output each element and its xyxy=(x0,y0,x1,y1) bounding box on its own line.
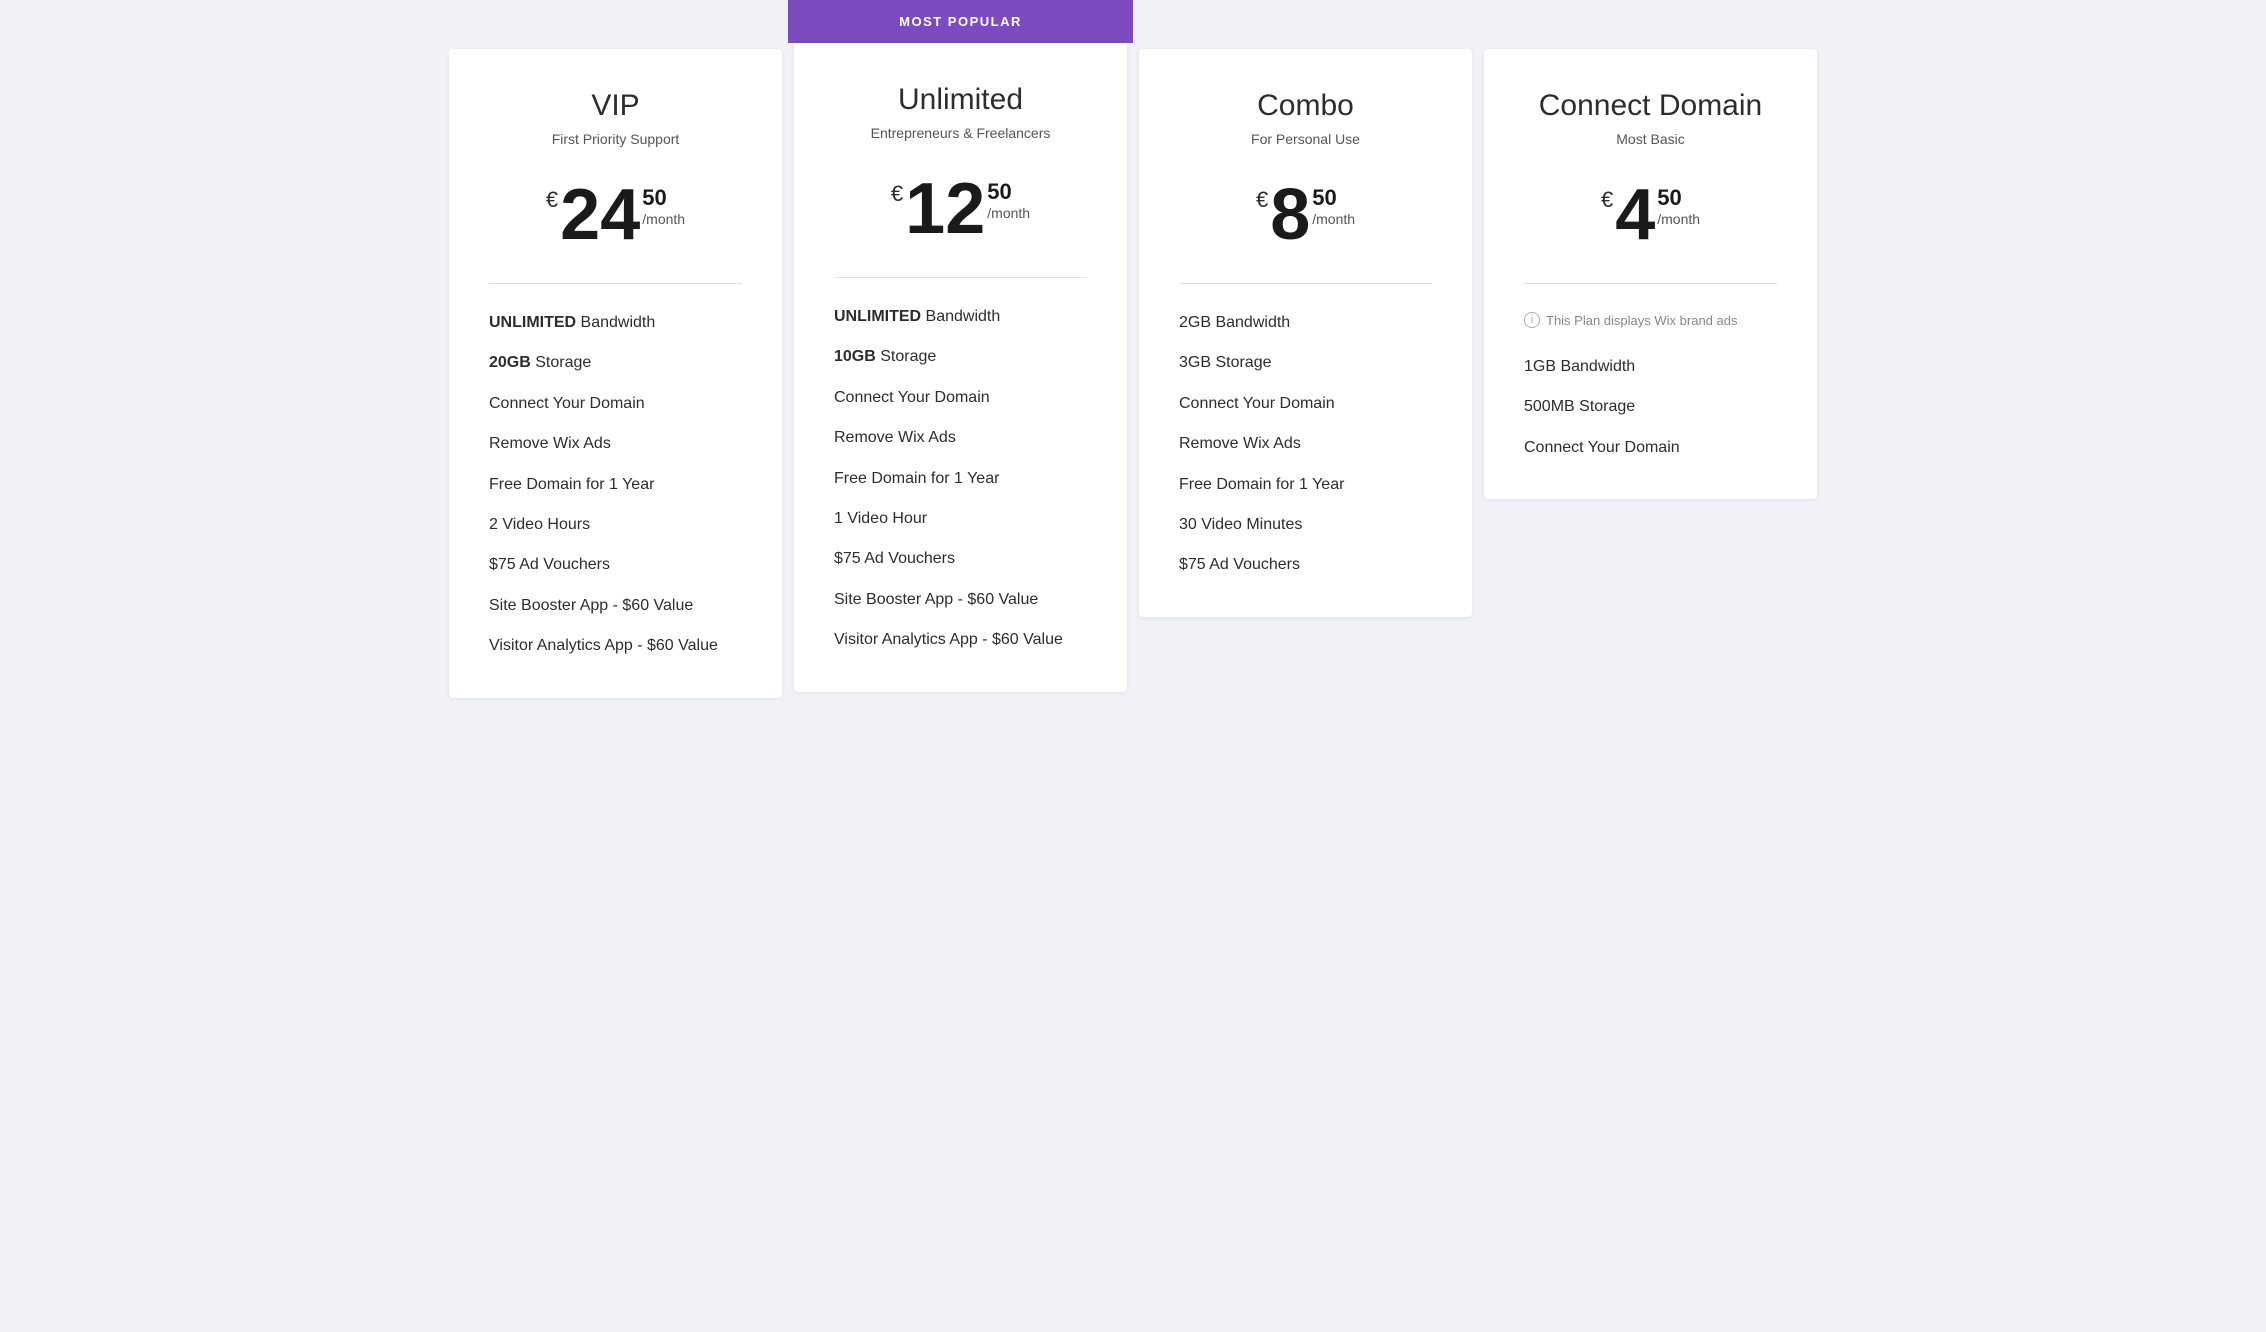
price-right: 50/month xyxy=(642,185,685,228)
price-block: €2450/month xyxy=(489,179,742,251)
price-period: /month xyxy=(642,211,685,228)
plan-name: Combo xyxy=(1179,89,1432,123)
pricing-container: VIPFirst Priority Support€2450/monthUNLI… xyxy=(423,0,1843,698)
price-period: /month xyxy=(1312,211,1355,228)
plan-name: Unlimited xyxy=(834,83,1087,117)
divider xyxy=(834,277,1087,278)
plan-subtitle: Entrepreneurs & Freelancers xyxy=(834,125,1087,141)
feature-item: Remove Wix Ads xyxy=(834,427,1087,449)
feature-item: Connect Your Domain xyxy=(834,387,1087,409)
feature-item: Connect Your Domain xyxy=(1524,437,1777,459)
plan-subtitle: Most Basic xyxy=(1524,131,1777,147)
plan-card-vip: VIP First Priority Support €2450/month UNLI… xyxy=(449,49,782,698)
plan-card-connect-domain: Connect Domain Most Basic €450/month i This … xyxy=(1484,49,1817,499)
price-main: 24 xyxy=(560,179,640,251)
feature-list: 2GB Bandwidth 3GB Storage Connect Your Dom… xyxy=(1179,312,1432,577)
price-currency: € xyxy=(1256,187,1268,213)
feature-item: Connect Your Domain xyxy=(489,393,742,415)
plan-card-unlimited: Unlimited Entrepreneurs & Freelancers €125… xyxy=(794,43,1127,692)
feature-item: 20GB Storage xyxy=(489,352,742,374)
feature-item: 500MB Storage xyxy=(1524,396,1777,418)
feature-item: 10GB Storage xyxy=(834,346,1087,368)
feature-item: $75 Ad Vouchers xyxy=(1179,554,1432,576)
most-popular-badge: MOST POPULAR xyxy=(788,0,1133,43)
feature-item: Site Booster App - $60 Value xyxy=(489,595,742,617)
divider xyxy=(1524,283,1777,284)
feature-item: Site Booster App - $60 Value xyxy=(834,589,1087,611)
divider xyxy=(1179,283,1432,284)
plan-wrapper-connect-domain: Connect Domain Most Basic €450/month i This … xyxy=(1478,0,1823,499)
feature-item: Free Domain for 1 Year xyxy=(834,468,1087,490)
plan-spacer xyxy=(1478,0,1823,49)
price-period: /month xyxy=(1657,211,1700,228)
feature-item: Connect Your Domain xyxy=(1179,393,1432,415)
price-main: 4 xyxy=(1615,179,1655,251)
plan-wrapper-unlimited: MOST POPULAR Unlimited Entrepreneurs & Fre… xyxy=(788,0,1133,692)
feature-item: Visitor Analytics App - $60 Value xyxy=(834,629,1087,651)
feature-bold: UNLIMITED xyxy=(834,308,921,325)
price-right: 50/month xyxy=(1657,185,1700,228)
plan-name: Connect Domain xyxy=(1524,89,1777,123)
plan-subtitle: For Personal Use xyxy=(1179,131,1432,147)
feature-item: 2 Video Hours xyxy=(489,514,742,536)
feature-item: 30 Video Minutes xyxy=(1179,514,1432,536)
price-currency: € xyxy=(891,181,903,207)
feature-bold: 10GB xyxy=(834,348,876,365)
feature-item: $75 Ad Vouchers xyxy=(834,548,1087,570)
plan-wrapper-vip: VIP First Priority Support €2450/month UNLI… xyxy=(443,0,788,698)
price-right: 50/month xyxy=(987,179,1030,222)
plan-subtitle: First Priority Support xyxy=(489,131,742,147)
feature-item: 2GB Bandwidth xyxy=(1179,312,1432,334)
feature-item: Free Domain for 1 Year xyxy=(489,474,742,496)
feature-list: UNLIMITED Bandwidth 20GB Storage Connect Y… xyxy=(489,312,742,658)
price-cents: 50 xyxy=(1312,185,1336,211)
price-right: 50/month xyxy=(1312,185,1355,228)
feature-item: Remove Wix Ads xyxy=(1179,433,1432,455)
feature-item: UNLIMITED Bandwidth xyxy=(834,306,1087,328)
price-period: /month xyxy=(987,205,1030,222)
wix-ads-notice: i This Plan displays Wix brand ads xyxy=(1524,312,1777,328)
plan-spacer xyxy=(1133,0,1478,49)
price-block: €1250/month xyxy=(834,173,1087,245)
feature-item: UNLIMITED Bandwidth xyxy=(489,312,742,334)
feature-item: Free Domain for 1 Year xyxy=(1179,474,1432,496)
feature-item: Visitor Analytics App - $60 Value xyxy=(489,635,742,657)
price-cents: 50 xyxy=(642,185,666,211)
feature-item: 1 Video Hour xyxy=(834,508,1087,530)
price-currency: € xyxy=(546,187,558,213)
feature-item: 1GB Bandwidth xyxy=(1524,356,1777,378)
plan-spacer xyxy=(443,0,788,49)
feature-item: $75 Ad Vouchers xyxy=(489,554,742,576)
price-main: 12 xyxy=(905,173,985,245)
info-icon: i xyxy=(1524,312,1540,328)
plan-card-combo: Combo For Personal Use €850/month 2GB Bandw… xyxy=(1139,49,1472,617)
price-cents: 50 xyxy=(987,179,1011,205)
price-main: 8 xyxy=(1270,179,1310,251)
plan-name: VIP xyxy=(489,89,742,123)
price-cents: 50 xyxy=(1657,185,1681,211)
feature-bold: UNLIMITED xyxy=(489,314,576,331)
feature-item: Remove Wix Ads xyxy=(489,433,742,455)
feature-list: UNLIMITED Bandwidth 10GB Storage Connect Y… xyxy=(834,306,1087,652)
price-currency: € xyxy=(1601,187,1613,213)
feature-bold: 20GB xyxy=(489,354,531,371)
divider xyxy=(489,283,742,284)
price-block: €850/month xyxy=(1179,179,1432,251)
wix-ads-text: This Plan displays Wix brand ads xyxy=(1546,313,1737,328)
feature-list: 1GB Bandwidth 500MB Storage Connect Your D… xyxy=(1524,356,1777,459)
price-block: €450/month xyxy=(1524,179,1777,251)
plan-wrapper-combo: Combo For Personal Use €850/month 2GB Bandw… xyxy=(1133,0,1478,617)
feature-item: 3GB Storage xyxy=(1179,352,1432,374)
